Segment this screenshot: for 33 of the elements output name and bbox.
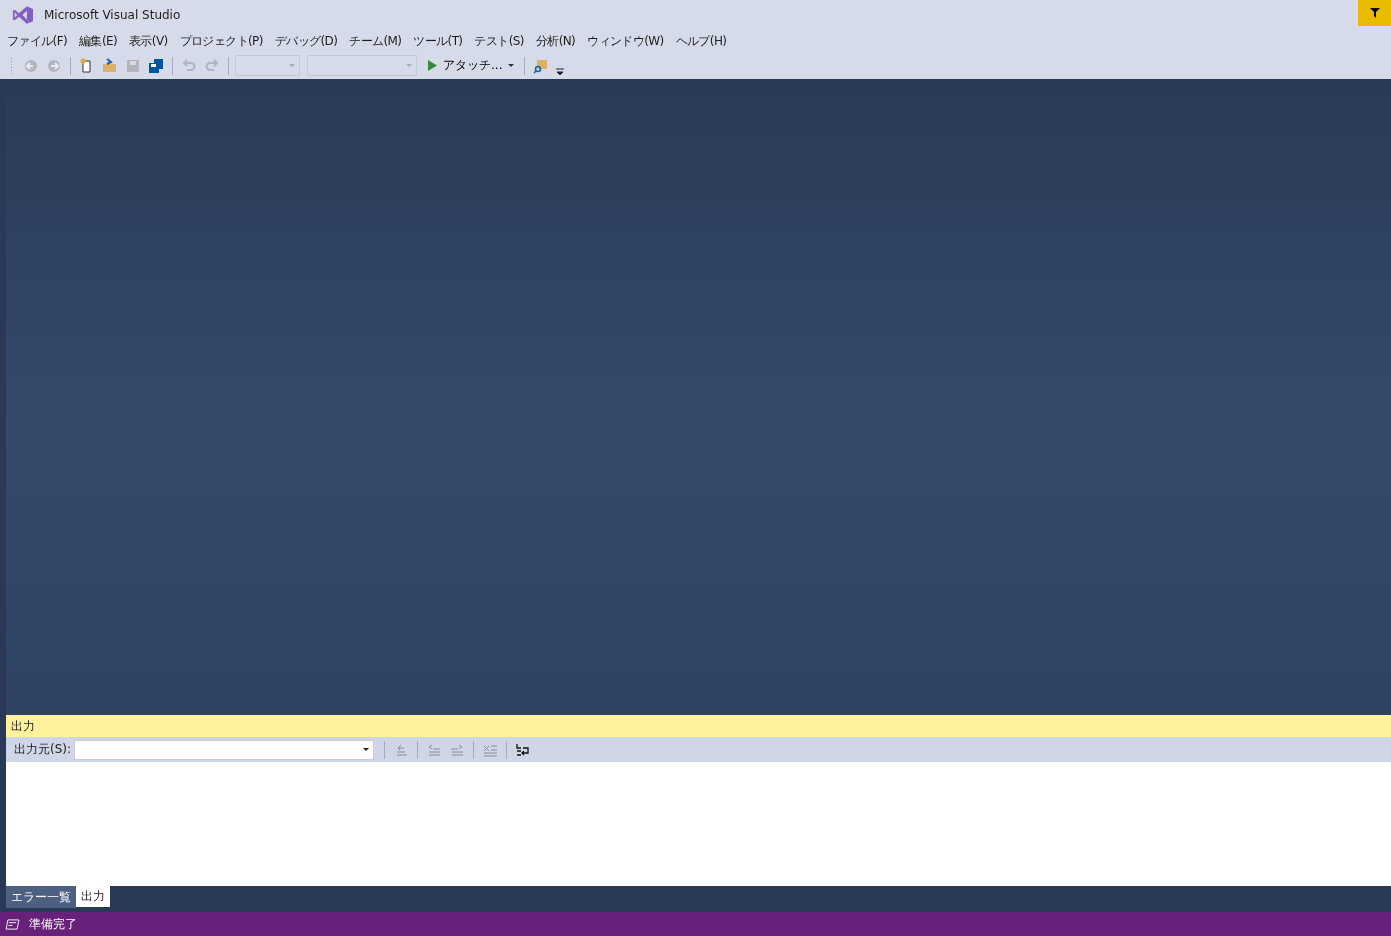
start-label: アタッチ...	[443, 57, 503, 74]
dropdown[interactable]	[307, 55, 417, 76]
filter-icon	[1368, 7, 1381, 19]
menu-item[interactable]: 表示(V)	[125, 32, 172, 50]
panel-tab[interactable]: 出力	[76, 886, 110, 907]
menu-item[interactable]: デバッグ(D)	[270, 32, 342, 50]
grip-icon	[10, 56, 14, 75]
status-text: 準備完了	[29, 915, 77, 933]
play-icon	[428, 60, 437, 71]
menu-item[interactable]: ウィンドウ(W)	[583, 32, 668, 50]
menu-item[interactable]: チーム(M)	[345, 32, 406, 50]
caret-icon	[406, 63, 412, 68]
overflow-icon[interactable]	[556, 67, 565, 76]
caret-icon	[289, 63, 295, 68]
dropdown[interactable]	[235, 55, 300, 76]
menu-item[interactable]: ヘルプ(H)	[671, 32, 731, 50]
caret-icon	[508, 63, 515, 68]
menu-item[interactable]: 分析(N)	[531, 32, 580, 50]
source-label: 出力元(S):	[14, 741, 72, 758]
feedback-button[interactable]	[1358, 0, 1391, 26]
menu-item[interactable]: テスト(S)	[470, 32, 528, 50]
panel-title: 出力	[6, 715, 1391, 737]
window-title: Microsoft Visual Studio	[44, 8, 181, 22]
status-icon	[5, 918, 20, 930]
panel-tab[interactable]: エラー一覧	[6, 886, 76, 908]
menu-item[interactable]: プロジェクト(P)	[175, 32, 267, 50]
menu-item[interactable]: ツール(T)	[409, 32, 467, 50]
logo-icon	[12, 6, 33, 24]
caret-icon	[363, 747, 370, 752]
menu-item[interactable]: 編集(E)	[75, 32, 122, 50]
source-dropdown[interactable]	[74, 739, 375, 760]
start-button[interactable]: アタッチ...	[424, 57, 519, 74]
menu-item[interactable]: ファイル(F)	[3, 32, 72, 50]
